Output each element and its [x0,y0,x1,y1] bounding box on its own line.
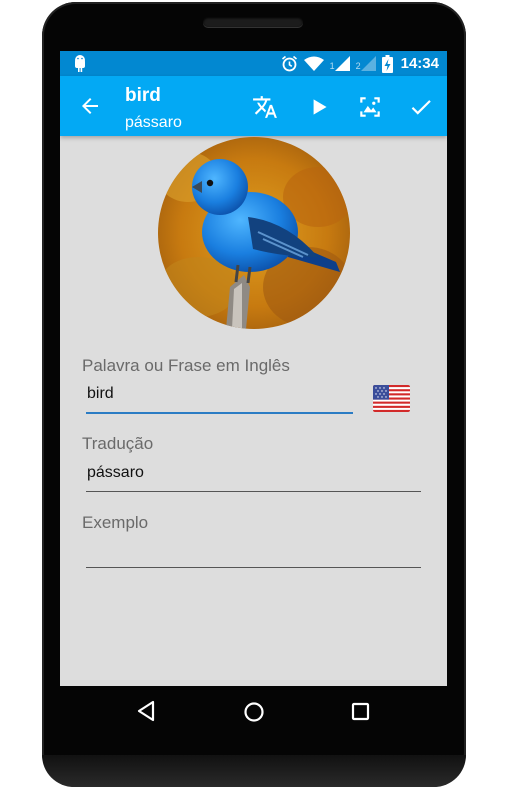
phone-speaker [203,17,303,27]
check-icon[interactable] [408,94,434,120]
translate-icon[interactable] [252,94,278,120]
phone-bottom-edge [42,755,466,787]
android-icon [75,55,85,72]
page-subtitle: pássaro [125,114,182,131]
recents-square-icon[interactable] [351,702,370,721]
translation-input-underline [86,491,421,492]
back-arrow-icon[interactable] [78,94,102,118]
image-icon[interactable] [357,94,383,120]
word-image[interactable] [158,137,350,329]
status-bar: 1 2 14:34 [60,51,447,76]
signal-icon [334,56,350,71]
english-input[interactable]: bird [87,385,114,403]
screen: 1 2 14:34 bird pássaro Palavra ou Frase … [60,51,447,686]
signal-empty-icon [360,56,376,71]
battery-charging-icon [381,54,393,73]
home-circle-icon[interactable] [243,701,265,723]
example-field-label: Exemplo [82,513,149,532]
us-flag-icon[interactable] [373,385,410,412]
page-title: bird [125,85,161,106]
alarm-icon [281,55,297,72]
wifi-icon [303,56,324,71]
english-input-underline [86,412,353,414]
back-triangle-icon[interactable] [136,700,156,722]
play-icon[interactable] [306,94,332,120]
translation-input[interactable]: pássaro [87,464,144,482]
example-input-underline [86,567,421,568]
english-field-label: Palavra ou Frase em Inglês [82,356,290,375]
translation-field-label: Tradução [82,434,154,453]
status-time: 14:34 [400,55,439,72]
status-icons: 1 2 14:34 [281,53,439,74]
app-bar: bird pássaro [60,76,447,136]
